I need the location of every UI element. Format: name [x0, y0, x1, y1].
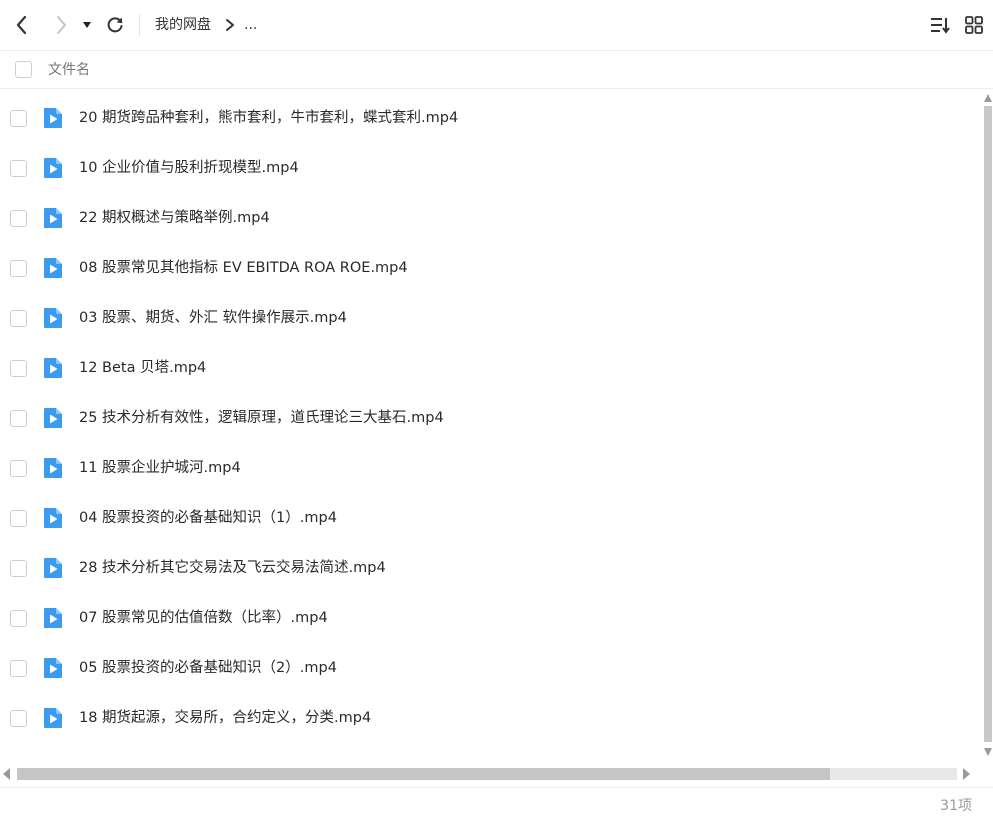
file-row[interactable]: 10 企业价值与股利折现模型.mp4 [0, 144, 980, 194]
video-file-icon [44, 208, 62, 228]
file-rows: 16 影响价格的基本面信息（1）宏观因素影响股票价格.mp420 期货跨品种套利… [0, 89, 980, 744]
scroll-down-arrow-icon[interactable] [984, 748, 992, 756]
select-all-checkbox[interactable] [15, 61, 32, 78]
video-file-icon [44, 708, 62, 728]
file-name[interactable]: 07 股票常见的估值倍数（比率）.mp4 [79, 608, 328, 629]
breadcrumb-root[interactable]: 我的网盘 [155, 15, 211, 35]
breadcrumb-chevron-icon [226, 19, 234, 31]
toolbar: 我的网盘 ... [0, 0, 993, 51]
file-checkbox[interactable] [10, 310, 27, 327]
file-checkbox[interactable] [10, 160, 27, 177]
file-row[interactable]: 08 股票常见其他指标 EV EBITDA ROA ROE.mp4 [0, 244, 980, 294]
file-row[interactable]: 11 股票企业护城河.mp4 [0, 444, 980, 494]
file-checkbox[interactable] [10, 610, 27, 627]
scroll-right-arrow-icon[interactable] [963, 768, 970, 780]
chevron-right-icon [57, 16, 66, 34]
video-file-icon [44, 258, 62, 278]
file-name[interactable]: 20 期货跨品种套利，熊市套利，牛市套利，蝶式套利.mp4 [79, 108, 458, 129]
refresh-button[interactable] [102, 12, 128, 38]
file-name[interactable]: 05 股票投资的必备基础知识（2）.mp4 [79, 658, 337, 679]
file-checkbox[interactable] [10, 710, 27, 727]
file-checkbox[interactable] [10, 560, 27, 577]
file-checkbox[interactable] [10, 660, 27, 677]
toolbar-divider [139, 14, 140, 36]
caret-down-icon [83, 22, 91, 28]
forward-button[interactable] [48, 12, 74, 38]
sort-button[interactable] [927, 12, 953, 38]
sort-descending-icon [931, 18, 950, 34]
file-row[interactable]: 12 Beta 贝塔.mp4 [0, 344, 980, 394]
vertical-scrollbar-thumb[interactable] [984, 106, 992, 742]
horizontal-scrollbar-thumb[interactable] [17, 768, 830, 780]
video-file-icon [44, 508, 62, 528]
file-name[interactable]: 08 股票常见其他指标 EV EBITDA ROA ROE.mp4 [79, 258, 408, 279]
file-checkbox[interactable] [10, 510, 27, 527]
file-row[interactable]: 18 期货起源，交易所，合约定义，分类.mp4 [0, 694, 980, 744]
file-name[interactable]: 12 Beta 贝塔.mp4 [79, 358, 206, 379]
video-file-icon [44, 608, 62, 628]
back-button[interactable] [9, 12, 35, 38]
item-count: 31项 [940, 798, 972, 814]
video-file-icon [44, 108, 62, 128]
file-row[interactable]: 28 技术分析其它交易法及飞云交易法简述.mp4 [0, 544, 980, 594]
vertical-scrollbar[interactable] [982, 89, 993, 765]
chevron-left-icon [16, 15, 27, 35]
file-row[interactable]: 03 股票、期货、外汇 软件操作展示.mp4 [0, 294, 980, 344]
video-file-icon [44, 308, 62, 328]
horizontal-scrollbar[interactable] [0, 766, 982, 782]
file-name[interactable]: 03 股票、期货、外汇 软件操作展示.mp4 [79, 308, 347, 329]
file-row[interactable]: 25 技术分析有效性，逻辑原理，道氏理论三大基石.mp4 [0, 394, 980, 444]
file-name[interactable]: 25 技术分析有效性，逻辑原理，道氏理论三大基石.mp4 [79, 408, 444, 429]
video-file-icon [44, 358, 62, 378]
grid-view-button[interactable] [961, 12, 987, 38]
file-checkbox[interactable] [10, 360, 27, 377]
video-file-icon [44, 408, 62, 428]
file-name[interactable]: 04 股票投资的必备基础知识（1）.mp4 [79, 508, 337, 529]
file-name[interactable]: 22 期权概述与策略举例.mp4 [79, 208, 270, 229]
file-name[interactable]: 18 期货起源，交易所，合约定义，分类.mp4 [79, 708, 371, 729]
list-header: 文件名 [0, 51, 993, 89]
file-row[interactable]: 05 股票投资的必备基础知识（2）.mp4 [0, 644, 980, 694]
file-checkbox[interactable] [10, 210, 27, 227]
video-file-icon [44, 558, 62, 578]
scroll-left-arrow-icon[interactable] [3, 768, 10, 780]
video-file-icon [44, 458, 62, 478]
breadcrumb-more[interactable]: ... [244, 15, 257, 35]
video-file-icon [44, 658, 62, 678]
file-name[interactable]: 11 股票企业护城河.mp4 [79, 458, 241, 479]
footer-divider [0, 787, 993, 788]
file-checkbox[interactable] [10, 460, 27, 477]
grid-icon [965, 16, 983, 34]
history-dropdown-button[interactable] [76, 12, 98, 38]
column-header-filename[interactable]: 文件名 [48, 60, 90, 80]
refresh-icon [107, 17, 123, 33]
file-row[interactable]: 07 股票常见的估值倍数（比率）.mp4 [0, 594, 980, 644]
file-row[interactable]: 04 股票投资的必备基础知识（1）.mp4 [0, 494, 980, 544]
file-checkbox[interactable] [10, 260, 27, 277]
file-name[interactable]: 10 企业价值与股利折现模型.mp4 [79, 158, 299, 179]
file-name[interactable]: 28 技术分析其它交易法及飞云交易法简述.mp4 [79, 558, 386, 579]
file-checkbox[interactable] [10, 110, 27, 127]
file-row[interactable]: 20 期货跨品种套利，熊市套利，牛市套利，蝶式套利.mp4 [0, 94, 980, 144]
video-file-icon [44, 158, 62, 178]
file-checkbox[interactable] [10, 410, 27, 427]
file-list[interactable]: 16 影响价格的基本面信息（1）宏观因素影响股票价格.mp420 期货跨品种套利… [0, 89, 980, 765]
file-row[interactable]: 22 期权概述与策略举例.mp4 [0, 194, 980, 244]
scroll-up-arrow-icon[interactable] [984, 94, 992, 102]
